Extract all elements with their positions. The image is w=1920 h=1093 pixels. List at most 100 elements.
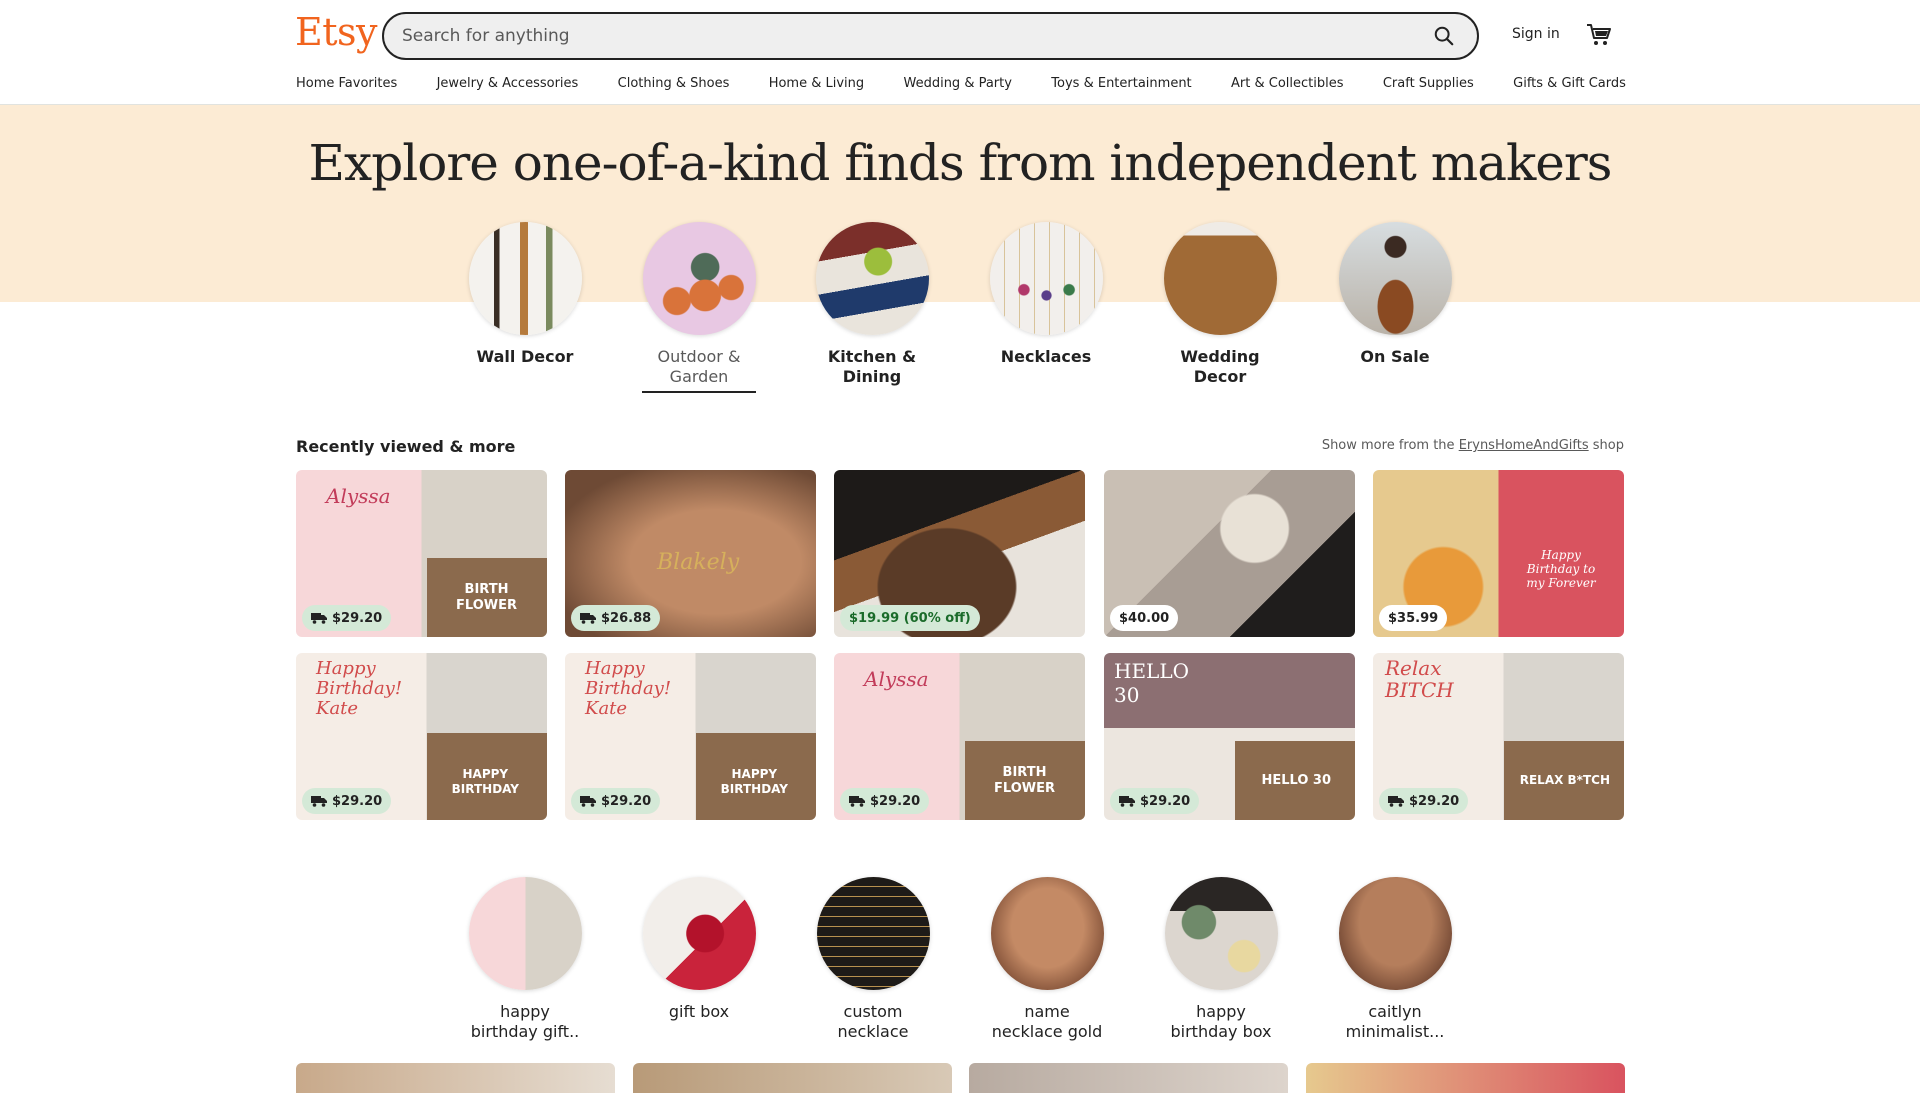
category-label: Dining xyxy=(842,367,902,386)
price-badge: $29.20 xyxy=(302,788,392,814)
price-text: $29.20 xyxy=(601,793,652,809)
show-more-text: Show more from the ErynsHomeAndGifts sho… xyxy=(1322,438,1624,453)
card-text: Happy Birthday! Kate xyxy=(585,658,672,719)
listing-tile[interactable]: Alyssa BIRTH FLOWER $29.20 xyxy=(834,653,1085,820)
nav-gifts-gift-cards[interactable]: Gifts & Gift Cards xyxy=(1513,76,1626,98)
category-label: Wall Decor xyxy=(476,347,574,366)
related-search-image xyxy=(1164,877,1278,990)
etsy-logo[interactable]: Etsy xyxy=(295,10,377,54)
price-badge: $29.20 xyxy=(571,788,661,814)
price-text: $29.20 xyxy=(332,610,383,626)
price-badge: $19.99 (60% off) xyxy=(840,605,980,631)
listing-tile[interactable]: $40.00 xyxy=(1104,470,1355,637)
category-label: Decor xyxy=(1193,367,1247,386)
price-text: $29.20 xyxy=(1140,793,1191,809)
listing-card-partial[interactable] xyxy=(296,1063,615,1093)
nav-home-favorites[interactable]: Home Favorites xyxy=(296,76,397,98)
image-text: HAPPY xyxy=(731,767,778,781)
category-kitchen-dining[interactable]: Kitchen & Dining xyxy=(807,222,937,387)
related-search-item[interactable]: happy birthday gift.. xyxy=(450,877,600,1042)
listing-tile[interactable]: Happy Birthday! Kate HAPPY BIRTHDAY $29.2… xyxy=(296,653,547,820)
price-text: $29.20 xyxy=(870,793,921,809)
search-bar[interactable] xyxy=(382,12,1479,60)
category-image xyxy=(989,222,1103,335)
image-text: RELAX B*TCH xyxy=(1519,773,1610,787)
shop-link[interactable]: ErynsHomeAndGifts xyxy=(1459,438,1589,453)
image-text: BIRTH xyxy=(464,582,509,597)
top-header: Etsy Sign in Home Favorites Jewelry & Ac… xyxy=(0,0,1920,105)
price-text: $26.88 xyxy=(601,610,652,626)
category-nav: Home Favorites Jewelry & Accessories Clo… xyxy=(296,76,1626,98)
category-necklaces[interactable]: Necklaces xyxy=(981,222,1111,367)
listing-tile[interactable]: Alyssa BIRTH FLOWER $29.20 xyxy=(296,470,547,637)
card-text: Relax BITCH xyxy=(1385,656,1454,702)
listing-tile[interactable]: HELLO 30 HELLO 30 $29.20 xyxy=(1104,653,1355,820)
related-search-item[interactable]: custom necklace xyxy=(798,877,948,1042)
cart-icon[interactable] xyxy=(1586,22,1612,48)
related-search-item[interactable]: happy birthday box xyxy=(1146,877,1296,1042)
listing-tile[interactable]: Blakely $26.88 xyxy=(565,470,816,637)
search-input[interactable] xyxy=(402,14,1382,58)
related-search-image xyxy=(816,877,930,990)
listing-card-partial[interactable] xyxy=(633,1063,952,1093)
related-search-label: happy xyxy=(500,1002,550,1021)
card-text: Happy Birthday to my Forever xyxy=(1526,548,1596,590)
related-search-label: gift box xyxy=(668,1002,730,1021)
related-search-label: necklace xyxy=(837,1022,909,1041)
related-search-image xyxy=(468,877,582,990)
nav-jewelry-accessories[interactable]: Jewelry & Accessories xyxy=(437,76,579,98)
nav-craft-supplies[interactable]: Craft Supplies xyxy=(1383,76,1474,98)
sign-in-link[interactable]: Sign in xyxy=(1512,26,1560,42)
category-outdoor-garden[interactable]: Outdoor & Garden xyxy=(634,222,764,393)
related-search-label: caitlyn xyxy=(1368,1002,1422,1021)
card-text: Happy Birthday! Kate xyxy=(316,658,403,719)
nav-toys-entertainment[interactable]: Toys & Entertainment xyxy=(1051,76,1191,98)
image-text: BIRTHDAY xyxy=(451,782,519,796)
category-wall-decor[interactable]: Wall Decor xyxy=(460,222,590,367)
listing-tile[interactable]: $19.99 (60% off) xyxy=(834,470,1085,637)
image-text: HAPPY xyxy=(462,767,509,781)
shipping-truck-icon xyxy=(849,796,865,807)
image-text: BIRTHDAY xyxy=(720,782,788,796)
price-text: $35.99 xyxy=(1388,610,1439,626)
nav-wedding-party[interactable]: Wedding & Party xyxy=(903,76,1011,98)
category-label: Garden xyxy=(669,367,729,386)
category-on-sale[interactable]: On Sale xyxy=(1330,222,1460,367)
price-badge: $26.88 xyxy=(571,605,661,631)
nav-clothing-shoes[interactable]: Clothing & Shoes xyxy=(618,76,730,98)
related-search-image xyxy=(1338,877,1452,990)
related-search-image xyxy=(642,877,756,990)
search-icon[interactable] xyxy=(1433,25,1455,47)
hero-title: Explore one-of-a-kind finds from indepen… xyxy=(308,134,1613,192)
listing-tile[interactable]: Happy Birthday to my Forever $35.99 xyxy=(1373,470,1624,637)
price-badge: $29.20 xyxy=(1110,788,1200,814)
image-text: FLOWER xyxy=(456,598,517,613)
listing-tile[interactable]: Relax BITCH RELAX B*TCH $29.20 xyxy=(1373,653,1624,820)
shipping-truck-icon xyxy=(311,796,327,807)
nav-art-collectibles[interactable]: Art & Collectibles xyxy=(1231,76,1343,98)
related-search-label: custom xyxy=(843,1002,903,1021)
image-text: FLOWER xyxy=(994,781,1055,796)
listing-card-partial[interactable] xyxy=(1306,1063,1625,1093)
listing-card-partial[interactable] xyxy=(969,1063,1288,1093)
price-badge: $29.20 xyxy=(840,788,930,814)
card-text: Alyssa xyxy=(864,667,929,691)
category-label: Wedding xyxy=(1180,347,1260,366)
category-label: Necklaces xyxy=(1000,347,1092,366)
category-wedding-decor[interactable]: Wedding Decor xyxy=(1155,222,1285,387)
category-image xyxy=(468,222,582,335)
listing-tile[interactable]: Happy Birthday! Kate HAPPY BIRTHDAY $29.2… xyxy=(565,653,816,820)
show-more-prefix: Show more from the xyxy=(1321,438,1459,453)
related-search-image xyxy=(990,877,1104,990)
card-text: Alyssa xyxy=(326,484,391,508)
image-text: BIRTH xyxy=(1002,765,1047,780)
category-label: On Sale xyxy=(1360,347,1430,366)
show-more-suffix: shop xyxy=(1588,438,1624,453)
price-text: $19.99 (60% off) xyxy=(849,610,971,626)
nav-home-living[interactable]: Home & Living xyxy=(769,76,864,98)
related-search-item[interactable]: name necklace gold xyxy=(972,877,1122,1042)
shipping-truck-icon xyxy=(580,613,596,624)
related-search-item[interactable]: gift box xyxy=(624,877,774,1022)
related-search-label: necklace gold xyxy=(991,1022,1103,1041)
related-search-item[interactable]: caitlyn minimalist... xyxy=(1320,877,1470,1042)
